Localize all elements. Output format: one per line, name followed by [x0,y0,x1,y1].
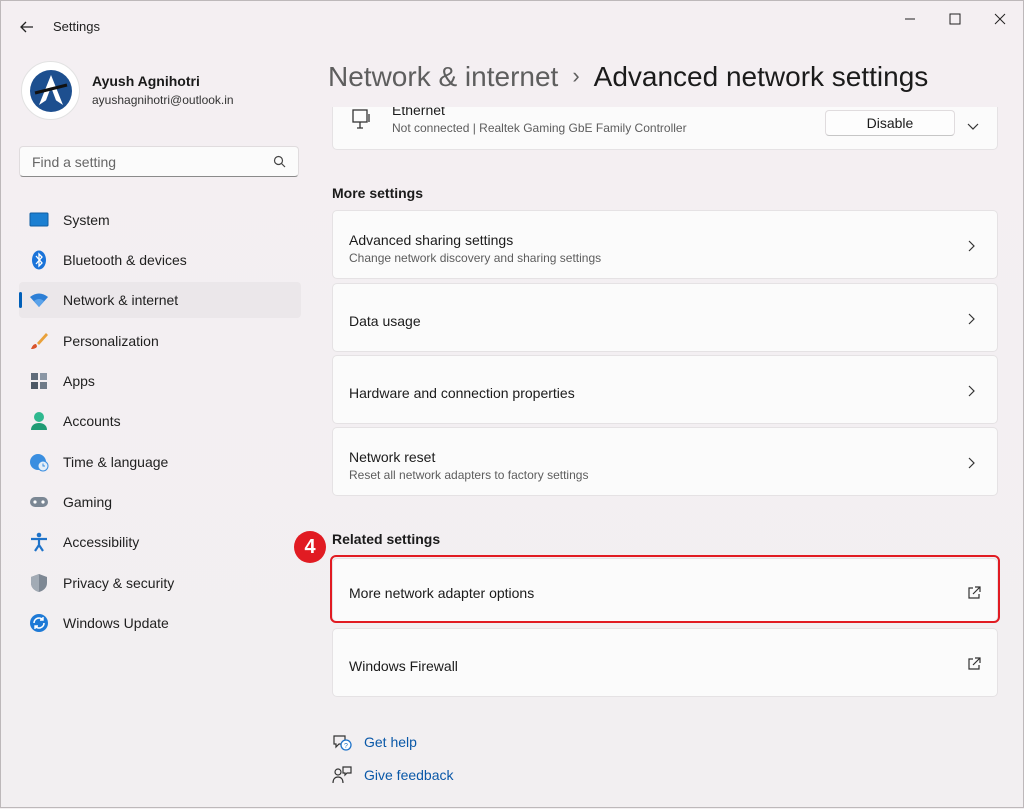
search-icon[interactable] [273,155,286,168]
active-indicator [19,292,22,308]
sidebar-item-privacy[interactable]: Privacy & security [19,565,301,601]
minimize-icon [905,18,915,20]
avatar-logo-icon [29,69,72,112]
maximize-icon [949,13,961,25]
sidebar-item-system[interactable]: System [19,202,301,238]
windows-firewall-item[interactable]: Windows Firewall [332,628,998,697]
gamepad-icon [29,492,49,512]
sidebar-item-time-language[interactable]: Time & language [19,444,301,480]
sidebar-item-label: System [63,212,110,228]
sidebar-item-label: Time & language [63,454,169,470]
sidebar-item-label: Network & internet [63,292,179,308]
svg-text:?: ? [344,743,348,750]
ethernet-subtitle: Not connected | Realtek Gaming GbE Famil… [392,121,687,135]
settings-window: Settings Ayush Agnihotri ayushagnihotri@… [0,0,1024,808]
hardware-connection-properties-item[interactable]: Hardware and connection properties [332,355,998,424]
chevron-down-icon[interactable] [967,118,979,136]
item-title: Windows Firewall [349,658,458,674]
annotation-highlight-box [330,555,1000,623]
page-title: Advanced network settings [593,61,929,92]
breadcrumb-separator: › [572,63,580,88]
sidebar-item-label: Personalization [63,333,159,349]
get-help-icon: ? [332,732,352,752]
shield-icon [29,573,49,593]
get-help-link[interactable]: Get help [364,734,417,750]
item-subtitle: Reset all network adapters to factory se… [349,468,589,482]
wifi-icon [29,290,49,310]
update-icon [29,613,49,633]
network-reset-item[interactable]: Network reset Reset all network adapters… [332,427,998,496]
sidebar-item-bluetooth[interactable]: Bluetooth & devices [19,242,301,278]
item-title: Hardware and connection properties [349,385,575,401]
user-email: ayushagnihotri@outlook.in [92,93,234,107]
chevron-right-icon [968,457,975,469]
sidebar-item-label: Apps [63,373,95,389]
sidebar-item-label: Windows Update [63,615,169,631]
step-number-badge: 4 [294,531,326,563]
give-feedback-link[interactable]: Give feedback [364,767,454,783]
section-heading-related-settings: Related settings [332,531,441,547]
user-name: Ayush Agnihotri [92,73,200,89]
disable-button[interactable]: Disable [825,110,955,136]
chevron-right-icon [968,240,975,252]
item-subtitle: Change network discovery and sharing set… [349,251,602,265]
item-title: Advanced sharing settings [349,232,514,248]
close-button[interactable] [977,9,1023,29]
item-title: Data usage [349,313,421,329]
globe-clock-icon [29,452,49,472]
sidebar-item-apps[interactable]: Apps [19,363,301,399]
sidebar-item-windows-update[interactable]: Windows Update [19,605,301,641]
chevron-right-icon [968,385,975,397]
sidebar-item-label: Bluetooth & devices [63,252,187,268]
minimize-button[interactable] [887,9,933,29]
sidebar-item-accessibility[interactable]: Accessibility [19,524,301,560]
apps-icon [29,371,49,391]
data-usage-item[interactable]: Data usage [332,283,998,352]
give-feedback-icon [332,765,352,785]
close-icon [994,13,1006,25]
sidebar-item-label: Privacy & security [63,575,175,591]
bluetooth-icon [29,250,49,270]
item-title: Network reset [349,449,436,465]
external-link-icon [968,657,981,670]
ethernet-icon [351,108,371,135]
person-icon [29,411,49,431]
content-area[interactable]: Ethernet Not connected | Realtek Gaming … [321,107,1011,809]
advanced-sharing-settings-item[interactable]: Advanced sharing settings Change network… [332,210,998,279]
monitor-icon [29,210,49,230]
ethernet-title: Ethernet [392,107,445,118]
accessibility-icon [29,532,49,552]
breadcrumb: Network & internet › Advanced network sett… [328,61,928,93]
brush-icon [29,331,49,351]
sidebar-item-label: Accounts [63,413,121,429]
sidebar-item-accounts[interactable]: Accounts [19,403,301,439]
sidebar-item-label: Gaming [63,494,113,510]
search-box[interactable] [19,146,299,177]
maximize-button[interactable] [932,9,978,29]
sidebar-item-network[interactable]: Network & internet [19,282,301,318]
section-heading-more-settings: More settings [332,185,424,201]
search-input[interactable] [30,153,264,171]
back-button[interactable] [15,15,39,39]
sidebar-item-label: Accessibility [63,534,140,550]
ethernet-card[interactable]: Ethernet Not connected | Realtek Gaming … [332,107,998,150]
chevron-right-icon [968,313,975,325]
back-arrow-icon [20,21,33,33]
avatar[interactable] [21,61,80,120]
sidebar-item-gaming[interactable]: Gaming [19,484,301,520]
app-title: Settings [53,19,100,34]
breadcrumb-parent[interactable]: Network & internet [328,61,558,92]
sidebar-item-personalization[interactable]: Personalization [19,323,301,359]
